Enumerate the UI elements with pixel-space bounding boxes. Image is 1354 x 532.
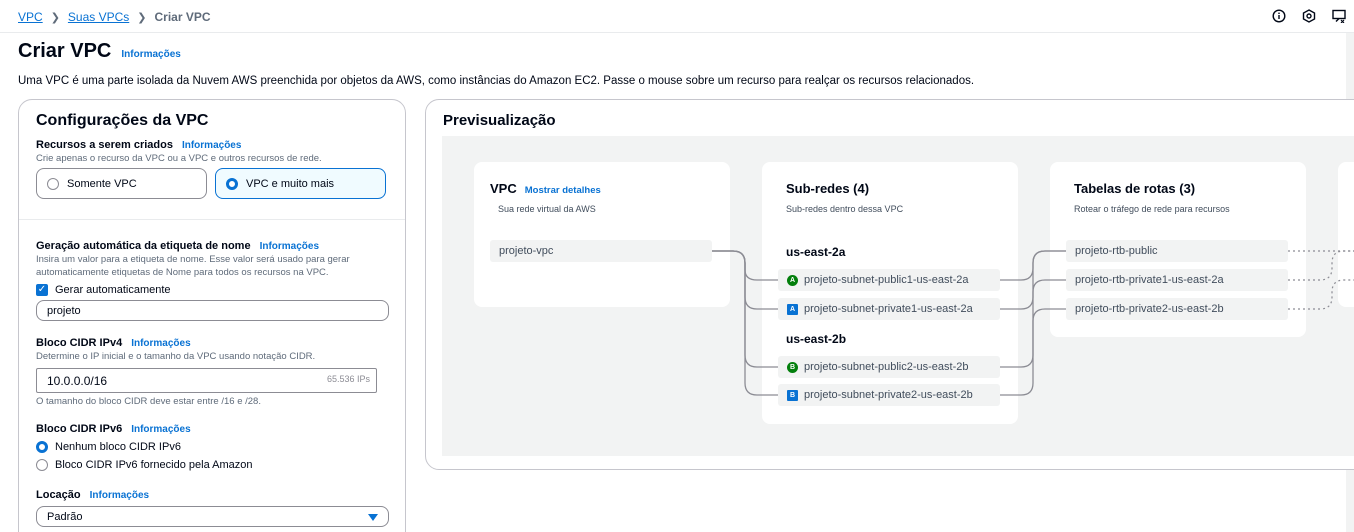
name-tag-info-link[interactable]: Informações: [260, 241, 319, 252]
breadcrumb: VPC ❯ Suas VPCs ❯ Criar VPC: [18, 10, 211, 24]
page-title: Criar VPC: [18, 40, 112, 62]
feedback-icon[interactable]: [1332, 9, 1346, 23]
vpc-card-title-text: VPC: [490, 181, 517, 196]
ipv6-label-text: Bloco CIDR IPv6: [36, 423, 123, 435]
tenancy-info-link[interactable]: Informações: [90, 490, 149, 501]
ipv4-label: Bloco CIDR IPv4 Informações: [36, 337, 191, 349]
auto-generate-label: Gerar automaticamente: [55, 284, 171, 296]
route-tables-card-title: Tabelas de rotas (3): [1074, 181, 1196, 196]
chevron-right-icon: ❯: [137, 11, 147, 24]
tenancy-label-text: Locação: [36, 489, 81, 501]
ipv6-option-none-label: Nenhum bloco CIDR IPv6: [55, 441, 181, 453]
breadcrumb-your-vpcs-link[interactable]: Suas VPCs: [68, 10, 129, 24]
ipv4-cidr-value: 10.0.0.0/16: [47, 373, 108, 388]
breadcrumb-vpc-link[interactable]: VPC: [18, 10, 43, 24]
ipv4-cidr-input[interactable]: 10.0.0.0/16 65.536 IPs: [36, 368, 377, 393]
az-label: us-east-2b: [786, 332, 847, 346]
vpc-card: VPC Mostrar detalhes Sua rede virtual da…: [474, 162, 730, 307]
subnet-item[interactable]: A projeto-subnet-private1-us-east-2a: [778, 298, 1000, 320]
public-subnet-badge-icon: B: [787, 361, 798, 373]
top-bar: VPC ❯ Suas VPCs ❯ Criar VPC: [0, 0, 1354, 33]
header-info-link[interactable]: Informações: [121, 49, 180, 60]
ipv4-constraint: O tamanho do bloco CIDR deve estar entre…: [36, 396, 261, 407]
show-details-link[interactable]: Mostrar detalhes: [525, 185, 601, 196]
subnets-card-title: Sub-redes (4): [786, 181, 870, 196]
option-vpc-only-label: Somente VPC: [67, 177, 137, 190]
ipv6-info-link[interactable]: Informações: [131, 424, 190, 435]
vpc-settings-title: Configurações da VPC: [36, 112, 209, 129]
page-header: Criar VPC Informações: [18, 40, 181, 63]
route-tables-card: Tabelas de rotas (3) Rotear o tráfego de…: [1050, 162, 1306, 337]
public-subnet-badge-icon: A: [787, 274, 798, 286]
route-tables-card-subtitle: Rotear o tráfego de rede para recursos: [1074, 204, 1230, 214]
tenancy-value: Padrão: [47, 510, 83, 523]
ipv6-label: Bloco CIDR IPv6 Informações: [36, 423, 191, 435]
checkbox-checked-icon[interactable]: ✓: [36, 284, 48, 296]
subnet-name: projeto-subnet-public2-us-east-2b: [804, 361, 969, 373]
subnet-name: projeto-subnet-private1-us-east-2a: [804, 303, 973, 315]
network-connections-card: [1338, 162, 1354, 307]
tenancy-select[interactable]: Padrão: [36, 506, 389, 527]
tenancy-label: Locação Informações: [36, 489, 149, 501]
radio-ipv6-none[interactable]: [36, 441, 48, 453]
subnets-card: Sub-redes (4) Sub-redes dentro dessa VPC…: [762, 162, 1018, 424]
auto-generate-checkbox-row[interactable]: ✓ Gerar automaticamente: [36, 284, 171, 296]
subnets-card-subtitle: Sub-redes dentro dessa VPC: [786, 204, 904, 214]
subnet-item[interactable]: B projeto-subnet-public2-us-east-2b: [778, 356, 1000, 378]
resources-label-text: Recursos a serem criados: [36, 139, 173, 151]
vpc-card-title: VPC Mostrar detalhes: [490, 181, 601, 196]
option-vpc-and-more-label: VPC e muito mais: [246, 177, 335, 190]
subnet-name: projeto-subnet-public1-us-east-2a: [804, 274, 969, 286]
subnet-item[interactable]: A projeto-subnet-public1-us-east-2a: [778, 269, 1000, 291]
route-table-item[interactable]: projeto-rtb-public: [1066, 240, 1288, 262]
name-tag-hint: Insira um valor para a etiqueta de nome.…: [36, 254, 350, 278]
name-tag-label-text: Geração automática da etiqueta de nome: [36, 240, 251, 252]
subnet-item[interactable]: B projeto-subnet-private2-us-east-2b: [778, 384, 1000, 406]
vpc-settings-panel: Configurações da VPC Recursos a serem cr…: [18, 99, 406, 532]
ipv4-label-text: Bloco CIDR IPv4: [36, 337, 123, 349]
subnet-name: projeto-subnet-private2-us-east-2b: [804, 389, 973, 401]
name-tag-label: Geração automática da etiqueta de nome I…: [36, 240, 319, 252]
radio-vpc-only[interactable]: [47, 177, 59, 190]
ipv6-option-amazon-label: Bloco CIDR IPv6 fornecido pela Amazon: [55, 459, 253, 471]
info-icon[interactable]: [1272, 9, 1286, 23]
resources-hint: Crie apenas o recurso da VPC ou a VPC e …: [36, 153, 322, 164]
ipv4-info-link[interactable]: Informações: [131, 338, 190, 349]
option-vpc-and-more[interactable]: VPC e muito mais: [215, 168, 386, 199]
ipv4-ip-count: 65.536 IPs: [326, 374, 370, 384]
route-table-item[interactable]: projeto-rtb-private2-us-east-2b: [1066, 298, 1288, 320]
option-vpc-only[interactable]: Somente VPC: [36, 168, 207, 199]
page-description: Uma VPC é uma parte isolada da Nuvem AWS…: [18, 75, 975, 87]
ipv6-option-amazon[interactable]: Bloco CIDR IPv6 fornecido pela Amazon: [36, 459, 253, 471]
resources-label: Recursos a serem criados Informações: [36, 139, 241, 151]
caret-down-icon: [368, 514, 378, 521]
section-divider: [19, 219, 405, 220]
name-tag-input[interactable]: projeto: [36, 300, 389, 321]
route-table-item[interactable]: projeto-rtb-private1-us-east-2a: [1066, 269, 1288, 291]
settings-icon[interactable]: [1302, 9, 1316, 23]
radio-vpc-and-more[interactable]: [226, 177, 238, 190]
az-label: us-east-2a: [786, 245, 846, 259]
preview-title: Previsualização: [443, 112, 556, 129]
private-subnet-badge-icon: B: [787, 389, 798, 401]
chevron-right-icon: ❯: [50, 11, 60, 24]
radio-ipv6-amazon[interactable]: [36, 459, 48, 471]
breadcrumb-current: Criar VPC: [154, 10, 211, 24]
vpc-card-subtitle: Sua rede virtual da AWS: [498, 204, 596, 214]
ipv6-option-none[interactable]: Nenhum bloco CIDR IPv6: [36, 441, 181, 453]
resources-info-link[interactable]: Informações: [182, 140, 241, 151]
ipv4-hint: Determine o IP inicial e o tamanho da VP…: [36, 351, 316, 362]
vpc-item[interactable]: projeto-vpc: [490, 240, 712, 262]
private-subnet-badge-icon: A: [787, 303, 798, 315]
